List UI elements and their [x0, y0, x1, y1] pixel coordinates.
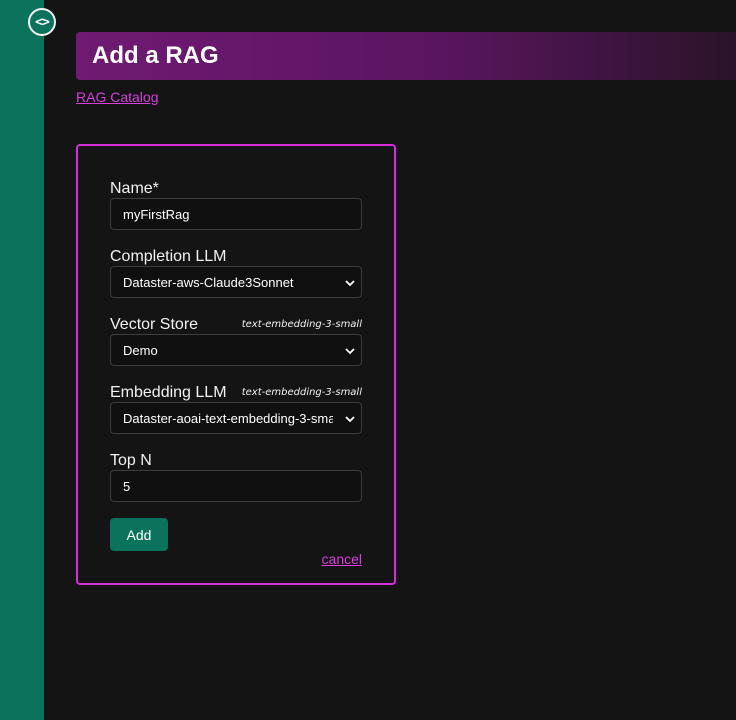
- chevron-down-icon: [345, 280, 355, 287]
- embedding-llm-hint: text-embedding-3-small: [241, 387, 362, 398]
- name-input[interactable]: myFirstRag: [110, 198, 362, 230]
- embedding-llm-label: Embedding LLM: [110, 384, 227, 401]
- top-n-value: 5: [123, 478, 131, 494]
- cancel-link[interactable]: cancel: [322, 551, 362, 567]
- rag-catalog-link[interactable]: RAG Catalog: [76, 89, 158, 105]
- top-n-label: Top N: [110, 452, 152, 469]
- top-n-input[interactable]: 5: [110, 470, 362, 502]
- name-label: Name*: [110, 180, 159, 197]
- completion-llm-label: Completion LLM: [110, 248, 227, 265]
- chevron-down-icon: [345, 348, 355, 355]
- vector-store-value: Demo: [123, 342, 158, 358]
- embedding-llm-value: Dataster-aoai-text-embedding-3-small: [123, 410, 333, 426]
- vector-store-embedding-hint: text-embedding-3-small: [241, 319, 362, 330]
- code-brackets-icon: <>: [35, 14, 50, 30]
- vector-store-label: Vector Store: [110, 316, 199, 333]
- chevron-down-icon: [345, 416, 355, 423]
- name-input-value: myFirstRag: [123, 206, 190, 222]
- completion-llm-value: Dataster-aws-Claude3Sonnet: [123, 274, 294, 290]
- page-title: Add a RAG: [92, 42, 219, 69]
- add-button[interactable]: Add: [110, 518, 168, 551]
- vector-store-select[interactable]: Demo: [110, 334, 362, 366]
- sidebar-toggle-button[interactable]: <>: [28, 8, 56, 36]
- sidebar: [0, 0, 44, 720]
- add-rag-form: Name* myFirstRag Completion LLM Dataster…: [76, 144, 396, 585]
- embedding-llm-select[interactable]: Dataster-aoai-text-embedding-3-small: [110, 402, 362, 434]
- completion-llm-select[interactable]: Dataster-aws-Claude3Sonnet: [110, 266, 362, 298]
- page-header: Add a RAG: [76, 32, 736, 80]
